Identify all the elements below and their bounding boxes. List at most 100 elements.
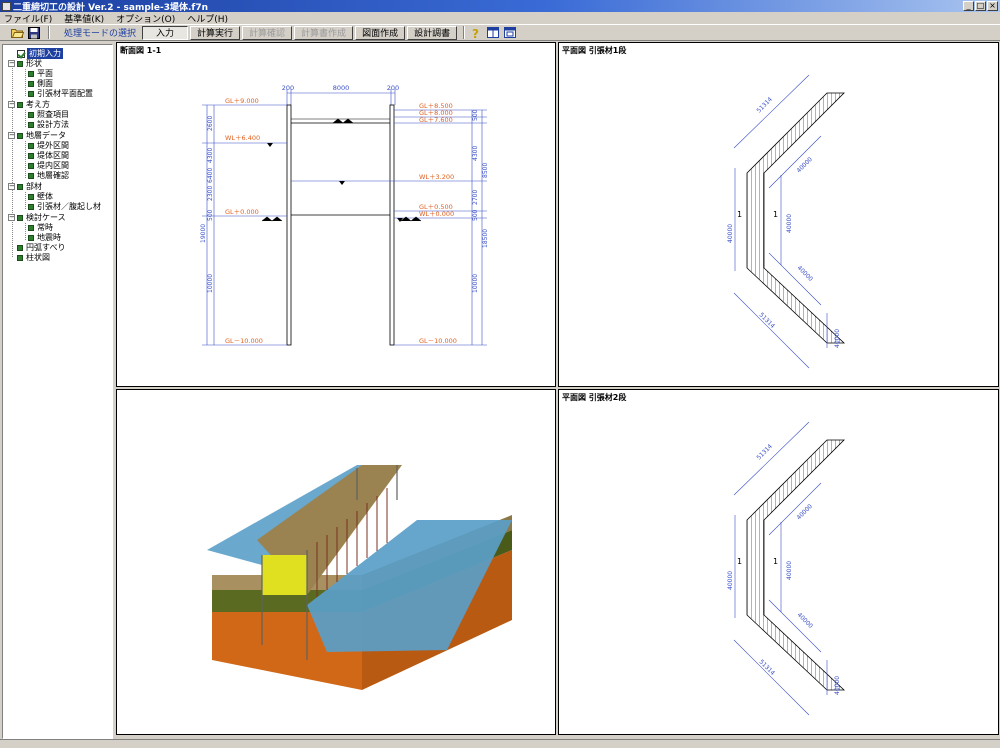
tree-item-tie-layout[interactable]: 引張材平面配置 xyxy=(28,89,93,98)
tree-item-slip-circle[interactable]: 円弧すべり xyxy=(17,243,65,252)
section-drawing: 200 8000 200 GL＋9.000 WL＋6.400 GL＋0.000 … xyxy=(200,84,489,346)
level-gl-left-top: GL＋9.000 xyxy=(225,97,259,105)
plan2-dim-5: 40000 xyxy=(796,611,815,630)
maximize-button[interactable]: □ xyxy=(975,1,986,11)
toolbar: 処理モードの選択 入力 計算実行 計算確認 計算書作成 図面作成 設計調書 ? xyxy=(0,24,1000,41)
green-square-icon xyxy=(17,101,23,108)
input-button[interactable]: 入力 xyxy=(142,25,189,40)
tree-item-tie-wale[interactable]: 引張材／腹起し材 xyxy=(28,202,101,211)
tree-item-body-section[interactable]: 堤体区間 xyxy=(28,151,69,160)
collapse-icon[interactable]: − xyxy=(8,101,15,108)
plan2-dim-6: 51314 xyxy=(758,658,777,677)
run-calc-button[interactable]: 計算実行 xyxy=(190,25,241,40)
report-create-button[interactable]: 計算書作成 xyxy=(294,25,354,40)
level-gl-right-3: GL＋7.600 xyxy=(419,116,453,124)
3d-view-panel[interactable] xyxy=(116,389,556,735)
plan1-dim-3: 40000 xyxy=(727,224,734,243)
collapse-icon[interactable]: − xyxy=(8,60,15,67)
green-square-icon xyxy=(28,234,34,241)
drawing-create-button[interactable]: 図面作成 xyxy=(355,25,406,40)
level-gl-right-bottom: GL－10.000 xyxy=(419,337,457,345)
green-square-icon xyxy=(28,80,34,87)
calc-check-button[interactable]: 計算確認 xyxy=(242,25,293,40)
level-wl-right: WL＋3.200 xyxy=(419,173,454,181)
tree-item-check-items[interactable]: 照査項目 xyxy=(28,110,69,119)
tree-item-inner-section[interactable]: 堤内区間 xyxy=(28,161,69,170)
level-gl-left-zero: GL＋0.000 xyxy=(225,208,259,216)
green-square-icon xyxy=(28,70,34,77)
plan1-dim-7: 40000 xyxy=(834,329,841,348)
3d-model-drawing xyxy=(207,465,512,690)
plan-view-tie-1-panel[interactable]: 平面図 引張材1段 51314 40000 40000 40000 40000 … xyxy=(558,42,999,387)
tree-item-boring-log[interactable]: 柱状図 xyxy=(17,253,50,262)
tree-item-plan[interactable]: 平面 xyxy=(28,69,53,78)
status-bar xyxy=(0,739,1000,748)
dim-left-1: 2600 xyxy=(207,116,214,131)
green-square-icon xyxy=(17,214,23,221)
dim-right-3: 8500 xyxy=(482,163,489,178)
green-square-icon xyxy=(28,90,34,97)
dim-right-2: 4300 xyxy=(472,146,479,161)
menu-file[interactable]: ファイル(F) xyxy=(4,12,52,25)
dim-left-2: 4300 xyxy=(207,148,214,163)
plan-view-tie-2-panel[interactable]: 平面図 引張材2段 51314 40000 40000 40000 40000 … xyxy=(558,389,999,735)
green-square-icon xyxy=(28,111,34,118)
menu-help[interactable]: ヘルプ(H) xyxy=(187,12,228,25)
plan1-dim-5: 40000 xyxy=(796,264,815,283)
close-button[interactable]: × xyxy=(987,1,998,11)
menu-standards[interactable]: 基準値(K) xyxy=(64,12,104,25)
tree-item-seismic[interactable]: 地震時 xyxy=(28,233,61,242)
checked-icon xyxy=(17,49,25,58)
menu-options[interactable]: オプション(O) xyxy=(116,12,175,25)
help-icon[interactable]: ? xyxy=(469,26,483,39)
green-square-icon xyxy=(28,121,34,128)
dim-left-4: 6400 xyxy=(207,168,214,183)
collapse-icon[interactable]: − xyxy=(8,132,15,139)
plan1-drawing: 51314 40000 40000 40000 40000 51314 4000… xyxy=(727,74,846,369)
input-tree: 初期入力 − 形状 平面 側面 引張材平面配置 − 考え方 照査項目 設計方法 − 地… xyxy=(2,44,113,739)
green-square-icon xyxy=(28,193,34,200)
dim-top-right: 200 xyxy=(387,84,399,92)
dim-left-6: 10000 xyxy=(207,274,214,293)
collapse-icon[interactable]: − xyxy=(8,214,15,221)
tree-item-side[interactable]: 側面 xyxy=(28,79,53,88)
minimize-button[interactable]: _ xyxy=(963,1,974,11)
tree-item-cases[interactable]: − 検討ケース xyxy=(8,213,66,222)
tree-item-strata[interactable]: − 地層データ xyxy=(8,131,66,140)
tree-item-wall[interactable]: 壁体 xyxy=(28,192,53,201)
dim-right-total: 18500 xyxy=(482,229,489,248)
plan1-mark-left: 1 xyxy=(737,210,742,219)
plan2-mark-left: 1 xyxy=(737,557,742,566)
plan1-dim-4: 40000 xyxy=(786,214,793,233)
window-grid-icon[interactable] xyxy=(486,26,500,39)
tree-item-approach[interactable]: − 考え方 xyxy=(8,100,50,109)
dim-right-6: 10000 xyxy=(472,274,479,293)
menu-bar: ファイル(F) 基準値(K) オプション(O) ヘルプ(H) xyxy=(0,12,1000,25)
window-cascade-icon[interactable] xyxy=(503,26,517,39)
plan2-drawing: 51314 40000 40000 40000 40000 51314 4000… xyxy=(727,421,846,716)
open-folder-icon[interactable] xyxy=(10,26,24,39)
level-wl-right-zero: WL＋0.000 xyxy=(419,210,454,218)
tree-item-outer-section[interactable]: 堤外区間 xyxy=(28,141,69,150)
tree-item-initial-input[interactable]: 初期入力 xyxy=(17,48,63,59)
tree-item-normal[interactable]: 常時 xyxy=(28,223,53,232)
tree-item-design-method[interactable]: 設計方法 xyxy=(28,120,69,129)
tree-item-strata-check[interactable]: 地層確認 xyxy=(28,171,69,180)
plan2-dim-4: 40000 xyxy=(786,561,793,580)
plan2-mark-right: 1 xyxy=(773,557,778,566)
green-square-icon xyxy=(28,203,34,210)
dim-top-left: 200 xyxy=(282,84,294,92)
collapse-icon[interactable]: − xyxy=(8,183,15,190)
dim-top-mid: 8000 xyxy=(333,84,350,92)
green-square-icon xyxy=(28,224,34,231)
tree-item-shape[interactable]: − 形状 xyxy=(8,59,42,68)
save-disk-icon[interactable] xyxy=(27,26,41,39)
tree-item-members[interactable]: − 部材 xyxy=(8,182,42,191)
design-sheet-button[interactable]: 設計調書 xyxy=(407,25,458,40)
section-view-panel[interactable]: 断面図 1-1 200 8000 200 GL＋9.000 WL＋6.400 G… xyxy=(116,42,556,387)
level-wl-left: WL＋6.400 xyxy=(225,134,260,142)
title-bar: 二重締切工の設計 Ver.2 - sample-3堤体.f7n _ □ × xyxy=(0,0,1000,13)
svg-text:?: ? xyxy=(472,27,479,39)
green-square-icon xyxy=(28,172,34,179)
plan2-dim-7: 40000 xyxy=(834,676,841,695)
